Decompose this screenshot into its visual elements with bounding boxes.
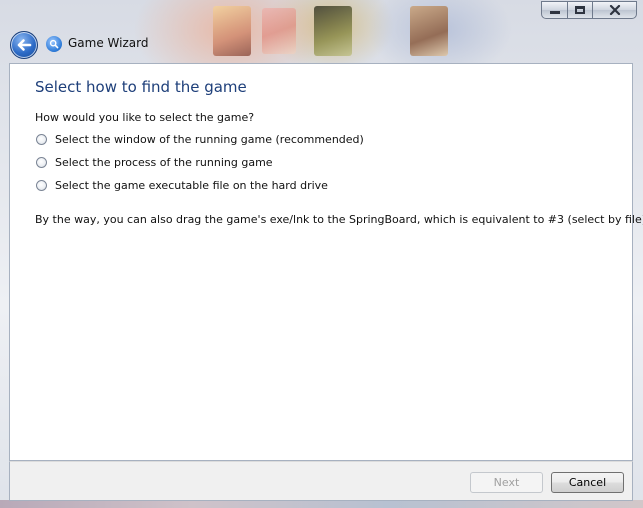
option-label: Select the process of the running game xyxy=(55,156,273,169)
taskbar-thumbnail xyxy=(213,6,251,56)
taskbar-thumbnail xyxy=(314,6,352,56)
window-title: Game Wizard xyxy=(68,36,149,50)
cancel-button[interactable]: Cancel xyxy=(551,472,624,493)
option-label: Select the game executable file on the h… xyxy=(55,179,328,192)
desktop-strip xyxy=(0,500,643,508)
search-icon xyxy=(46,36,62,52)
maximize-button[interactable] xyxy=(567,1,593,19)
option-select-window[interactable]: Select the window of the running game (r… xyxy=(36,133,364,146)
wizard-content-panel: Select how to find the game How would yo… xyxy=(9,63,643,461)
radio-button[interactable] xyxy=(36,134,47,145)
close-icon xyxy=(609,5,620,15)
option-label: Select the window of the running game (r… xyxy=(55,133,364,146)
page-title: Select how to find the game xyxy=(35,78,247,96)
taskbar-thumbnail xyxy=(410,6,448,56)
taskbar-thumbnail xyxy=(262,8,296,54)
back-arrow-icon xyxy=(17,39,32,51)
drag-drop-hint: By the way, you can also drag the game's… xyxy=(35,213,643,226)
window-caption-buttons xyxy=(541,1,637,19)
next-button[interactable]: Next xyxy=(470,472,543,493)
selection-question: How would you like to select the game? xyxy=(35,111,255,124)
maximize-icon xyxy=(575,6,585,14)
option-select-executable[interactable]: Select the game executable file on the h… xyxy=(36,179,328,192)
close-button[interactable] xyxy=(592,1,637,19)
back-button[interactable] xyxy=(10,31,38,59)
wizard-footer: Next Cancel xyxy=(9,461,633,501)
minimize-icon xyxy=(549,11,560,14)
radio-button[interactable] xyxy=(36,180,47,191)
option-select-process[interactable]: Select the process of the running game xyxy=(36,156,273,169)
minimize-button[interactable] xyxy=(541,1,568,19)
radio-button[interactable] xyxy=(36,157,47,168)
